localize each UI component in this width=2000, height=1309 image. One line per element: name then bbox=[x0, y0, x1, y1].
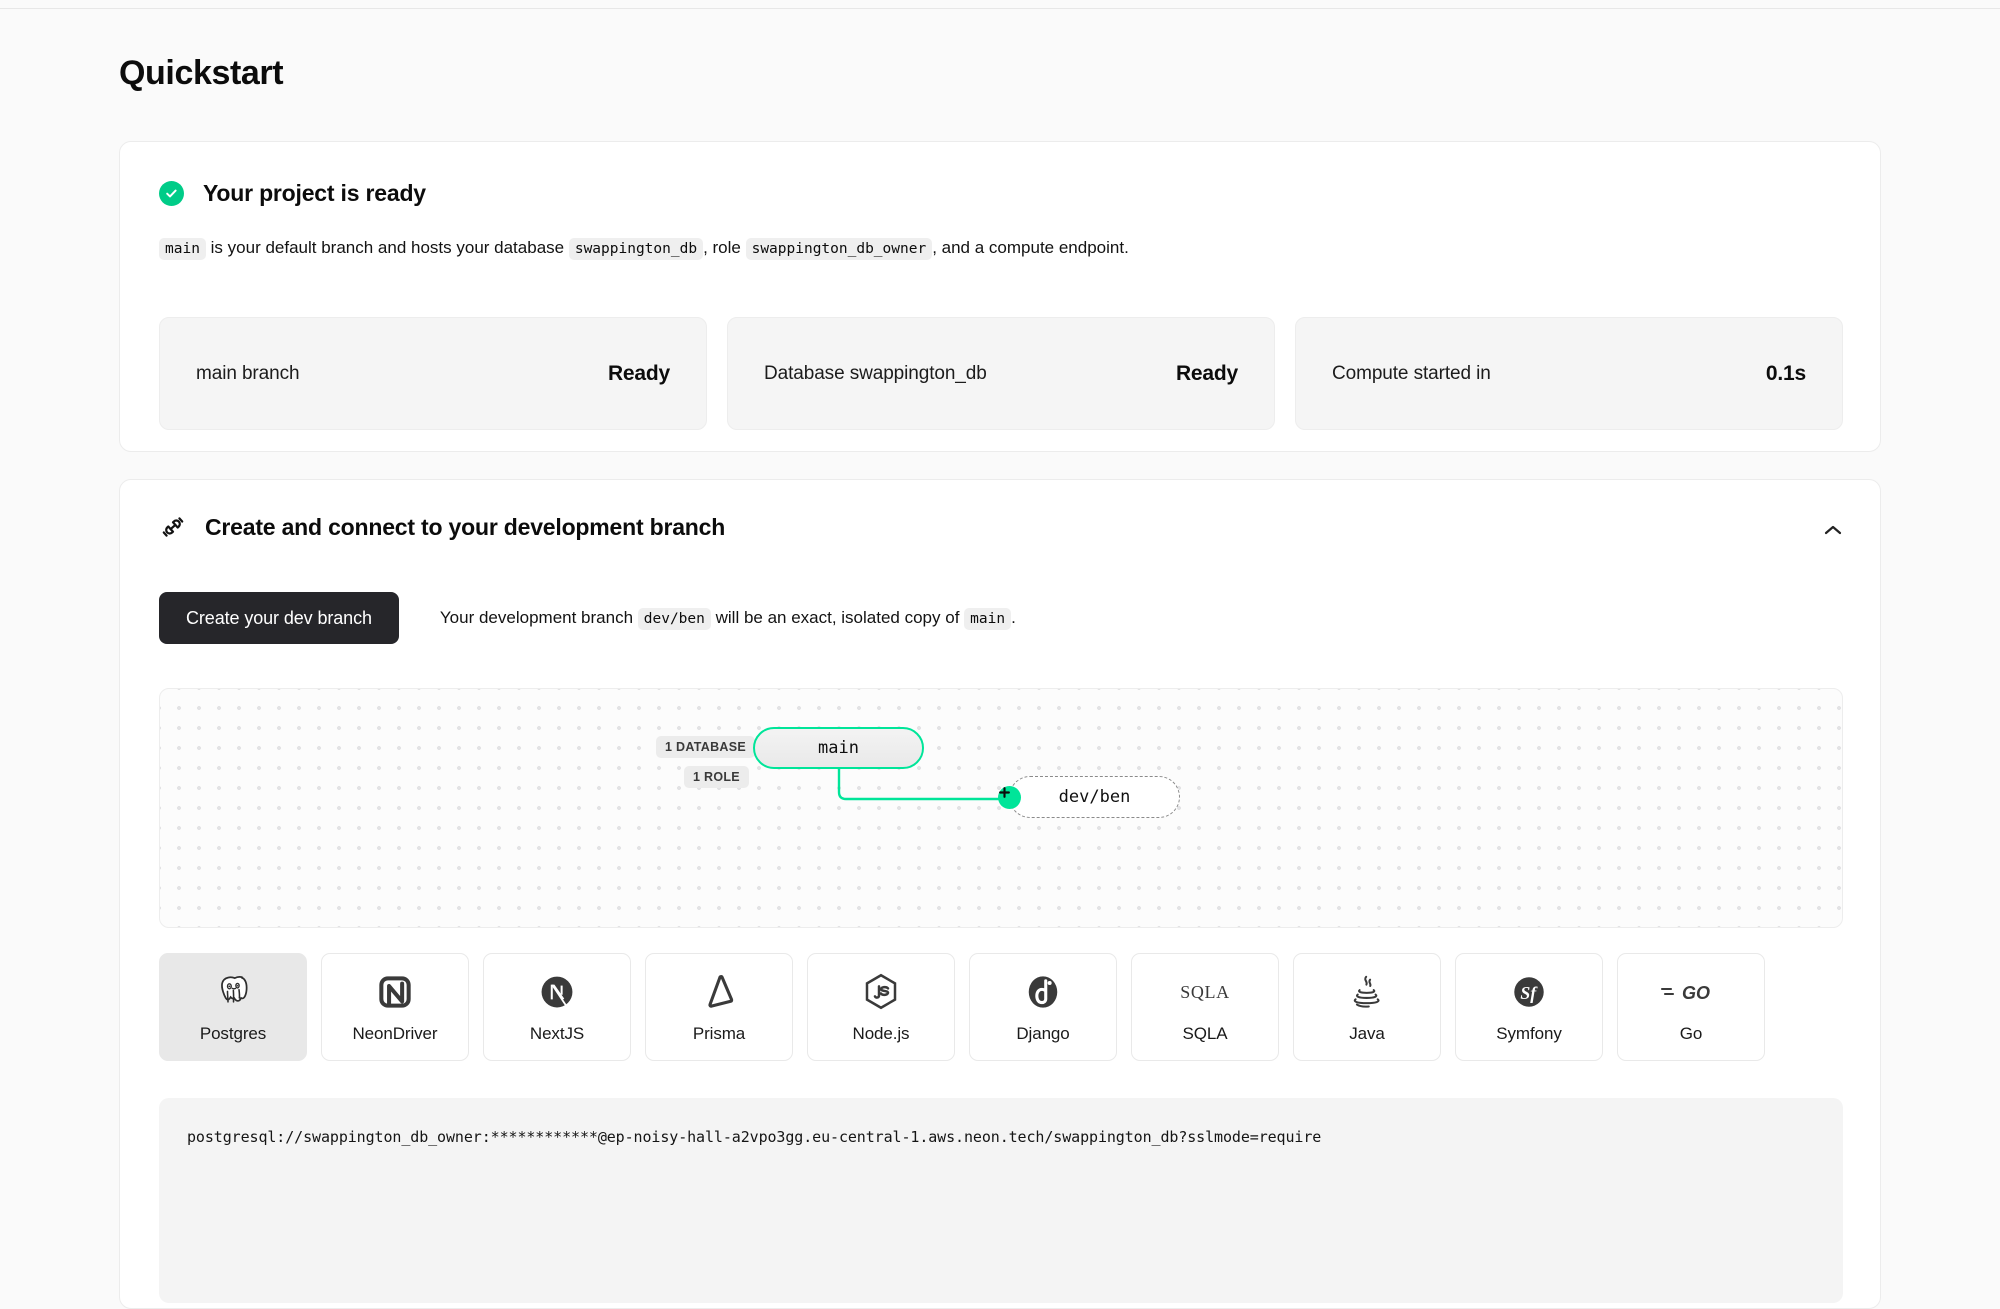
framework-tab-go[interactable]: GO Go bbox=[1617, 953, 1765, 1061]
connection-string-box[interactable]: postgresql://swappington_db_owner:******… bbox=[159, 1098, 1843, 1303]
status-card-database: Database swappington_db Ready bbox=[727, 317, 1275, 430]
nodejs-hexagon-icon bbox=[861, 971, 901, 1013]
golang-gopher-icon: GO bbox=[1660, 971, 1722, 1013]
dev-branch-header: Create and connect to your development b… bbox=[159, 513, 725, 541]
description-text-3: , and a compute endpoint. bbox=[932, 238, 1129, 257]
framework-tab-label: Symfony bbox=[1496, 1023, 1562, 1043]
framework-tab-label: Prisma bbox=[692, 1023, 746, 1043]
svg-text:GO: GO bbox=[1682, 983, 1710, 1003]
framework-tab-label: Django bbox=[1016, 1023, 1070, 1043]
main-branch-chip: main bbox=[964, 608, 1012, 630]
framework-tab-symfony[interactable]: Sf Symfony bbox=[1455, 953, 1603, 1061]
framework-tab-label: Java bbox=[1349, 1023, 1385, 1043]
status-card-label: Compute started in bbox=[1332, 362, 1491, 384]
status-card-label: Database swappington_db bbox=[764, 362, 987, 384]
dev-branch-description: Your development branch dev/ben will be … bbox=[439, 608, 1016, 630]
database-count-tag: 1 DATABASE bbox=[656, 736, 756, 758]
framework-tab-label: SQLA bbox=[1182, 1023, 1228, 1043]
branch-node-dev[interactable]: dev/ben bbox=[1009, 776, 1180, 818]
sqlalchemy-icon: SQLA bbox=[1170, 971, 1240, 1013]
database-name-chip: swappington_db bbox=[568, 238, 704, 260]
java-coffee-cup-icon bbox=[1348, 971, 1386, 1013]
svg-text:Sf: Sf bbox=[1520, 983, 1538, 1003]
django-icon bbox=[1024, 971, 1062, 1013]
project-ready-description: main is your default branch and hosts yo… bbox=[159, 236, 1129, 261]
check-circle-icon bbox=[159, 181, 184, 206]
framework-tab-sqla[interactable]: SQLA SQLA bbox=[1131, 953, 1279, 1061]
framework-tab-label: NextJS bbox=[529, 1023, 585, 1043]
framework-tab-label: Postgres bbox=[199, 1023, 267, 1043]
dev-branch-chip: dev/ben bbox=[637, 608, 711, 630]
page-title: Quickstart bbox=[119, 54, 284, 92]
status-card-branch: main branch Ready bbox=[159, 317, 707, 430]
quickstart-page: Quickstart Your project is ready main is… bbox=[0, 9, 2000, 1309]
plus-icon[interactable] bbox=[998, 786, 1021, 809]
prisma-icon bbox=[700, 971, 738, 1013]
svg-text:SQLA: SQLA bbox=[1180, 982, 1229, 1002]
postgres-elephant-icon bbox=[213, 971, 253, 1013]
framework-tab-postgres[interactable]: Postgres bbox=[159, 953, 307, 1061]
connection-string-text: postgresql://swappington_db_owner:******… bbox=[187, 1128, 1322, 1146]
framework-tab-nodejs[interactable]: Node.js bbox=[807, 953, 955, 1061]
neon-driver-icon bbox=[376, 971, 414, 1013]
dev-desc-text-1: Your development branch bbox=[439, 608, 634, 627]
framework-tab-row: Postgres NeonDriver NextJS Prisma Node.j… bbox=[159, 953, 1843, 1061]
project-ready-title: Your project is ready bbox=[203, 180, 426, 206]
role-name-chip: swappington_db_owner bbox=[745, 238, 933, 260]
status-card-label: main branch bbox=[196, 362, 300, 384]
dev-branch-title: Create and connect to your development b… bbox=[205, 513, 726, 540]
plug-connector-icon bbox=[159, 513, 187, 541]
dev-desc-text-2: will be an exact, isolated copy of bbox=[715, 608, 960, 627]
framework-tab-prisma[interactable]: Prisma bbox=[645, 953, 793, 1061]
description-text-2: , role bbox=[703, 238, 741, 257]
dev-branch-action-row: Create your dev branch Your development … bbox=[159, 592, 1016, 644]
status-card-value: 0.1s bbox=[1765, 361, 1806, 385]
status-card-value: Ready bbox=[1175, 361, 1238, 385]
status-card-row: main branch Ready Database swappington_d… bbox=[159, 317, 1843, 430]
framework-tab-label: NeonDriver bbox=[352, 1023, 438, 1043]
branch-name-chip: main bbox=[159, 238, 206, 260]
create-dev-branch-button[interactable]: Create your dev branch bbox=[159, 592, 399, 644]
dev-branch-panel: Create and connect to your development b… bbox=[119, 479, 1881, 1309]
symfony-icon: Sf bbox=[1510, 971, 1548, 1013]
project-ready-header: Your project is ready bbox=[159, 180, 426, 207]
nextjs-icon bbox=[538, 971, 576, 1013]
branch-diagram: 1 DATABASE 1 ROLE main dev/ben bbox=[159, 688, 1843, 928]
chevron-up-icon[interactable] bbox=[1816, 516, 1850, 544]
framework-tab-django[interactable]: Django bbox=[969, 953, 1117, 1061]
framework-tab-java[interactable]: Java bbox=[1293, 953, 1441, 1061]
framework-tab-label: Node.js bbox=[852, 1023, 910, 1043]
description-text-1: is your default branch and hosts your da… bbox=[210, 238, 565, 257]
framework-tab-label: Go bbox=[1679, 1023, 1703, 1043]
framework-tab-nextjs[interactable]: NextJS bbox=[483, 953, 631, 1061]
role-count-tag: 1 ROLE bbox=[684, 766, 749, 788]
dev-desc-text-3: . bbox=[1011, 608, 1016, 627]
status-card-compute: Compute started in 0.1s bbox=[1295, 317, 1843, 430]
branch-node-main[interactable]: main bbox=[753, 727, 924, 769]
status-card-value: Ready bbox=[607, 361, 670, 385]
project-ready-panel: Your project is ready main is your defau… bbox=[119, 141, 1881, 452]
branch-connector-line bbox=[837, 767, 1007, 801]
framework-tab-neondriver[interactable]: NeonDriver bbox=[321, 953, 469, 1061]
